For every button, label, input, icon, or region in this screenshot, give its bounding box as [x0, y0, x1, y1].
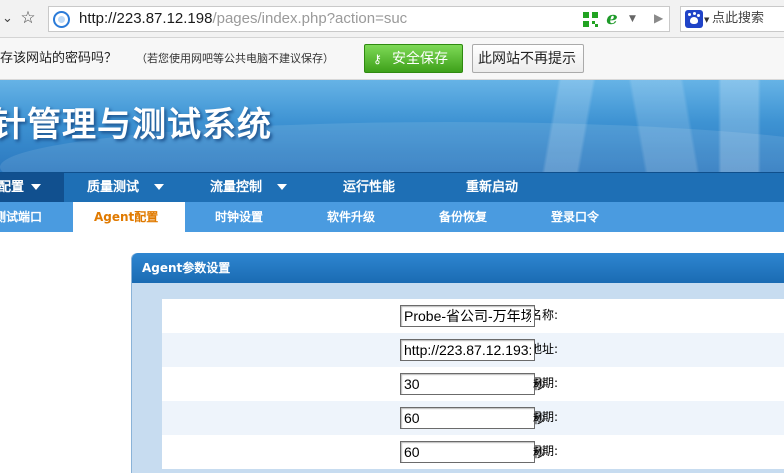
nav-item-config[interactable]: 配置 [0, 173, 64, 203]
tab-test-port[interactable]: 测试端口 [0, 202, 73, 232]
star-icon[interactable]: ☆ [18, 8, 38, 28]
password-note: （若您使用网吧等公共电脑不建议保存） [136, 52, 334, 65]
never-prompt-label: 此网站不再提示 [478, 51, 576, 67]
tab-label: 备份恢复 [439, 210, 488, 224]
banner-skyline [454, 80, 784, 172]
tab-clock-settings[interactable]: 时钟设置 [185, 202, 297, 232]
panel-header: Agent参数设置 [132, 253, 784, 283]
chevron-down-icon[interactable]: ⌄ [2, 11, 16, 27]
tab-software-upgrade[interactable]: 软件升级 [297, 202, 409, 232]
baidu-paw-icon[interactable] [685, 10, 703, 28]
task-update-period-unit: 秒 [533, 446, 546, 460]
agent-settings-form: 探针名称: Console服务地址: 心跳周期: 秒 探针注册周期: 秒 [162, 299, 784, 473]
nav-item-traffic-control[interactable]: 流量控制 [186, 173, 308, 203]
tab-label: 测试端口 [0, 210, 43, 224]
form-row-probe-name: 探针名称: [162, 299, 784, 333]
password-save-bar: 存该网站的密码吗？ （若您使用网吧等公共电脑不建议保存） ⚷ 安全保存 此网站不… [0, 38, 784, 80]
browser-address-bar: ⌄ ☆ http://223.87.12.198/pages/index.php… [0, 0, 784, 38]
form-row-register-period: 探针注册周期: 秒 [162, 401, 784, 435]
caret-down-icon [31, 184, 41, 190]
nav-item-label: 运行性能 [343, 180, 396, 195]
tab-login-password[interactable]: 登录口令 [521, 202, 633, 232]
password-question: 存该网站的密码吗？ [0, 51, 118, 66]
system-title: 针管理与测试系统 [0, 105, 272, 145]
console-address-field[interactable] [400, 339, 535, 361]
form-row-console-address: Console服务地址: [162, 333, 784, 367]
nav-item-performance[interactable]: 运行性能 [308, 173, 430, 203]
search-engine-dropdown-icon[interactable]: ▼ [704, 17, 710, 24]
forward-icon[interactable]: ▶ [654, 10, 666, 26]
search-placeholder: 点此搜索 [712, 11, 765, 26]
probe-name-input[interactable] [401, 306, 534, 326]
ie-icon[interactable]: e [603, 9, 621, 29]
dropdown-icon[interactable]: ▼ [629, 14, 639, 24]
heartbeat-field[interactable] [400, 373, 535, 395]
caret-down-icon [154, 184, 164, 190]
caret-down-icon [277, 184, 287, 190]
console-address-input[interactable] [401, 340, 534, 360]
url-host: http://223.87.12.198 [79, 10, 213, 27]
nav-item-label: 流量控制 [210, 180, 263, 195]
agent-settings-panel: Agent参数设置 探针名称: Console服务地址: 心跳周期: 秒 探针注… [131, 253, 784, 473]
nav-item-quality-test[interactable]: 质量测试 [64, 173, 186, 203]
never-prompt-button[interactable]: 此网站不再提示 [472, 44, 584, 73]
nav-item-label: 重新启动 [466, 180, 519, 195]
task-update-period-field[interactable] [400, 441, 535, 463]
form-row-heartbeat: 心跳周期: 秒 [162, 367, 784, 401]
tab-label: Agent配置 [94, 210, 159, 224]
search-input[interactable]: ▼ 点此搜索 [680, 6, 784, 32]
form-row-task-update-period: 任务更新周期: 秒 [162, 435, 784, 469]
register-period-field[interactable] [400, 407, 535, 429]
url-text[interactable]: http://223.87.12.198/pages/index.php?act… [79, 10, 407, 28]
tab-label: 登录口令 [551, 210, 600, 224]
heartbeat-unit: 秒 [533, 378, 546, 392]
nav-item-restart[interactable]: 重新启动 [430, 173, 552, 203]
tab-backup-restore[interactable]: 备份恢复 [409, 202, 521, 232]
safe-save-label: 安全保存 [392, 51, 448, 67]
register-period-unit: 秒 [533, 412, 546, 426]
task-update-period-input[interactable] [401, 442, 534, 462]
header-banner: 针管理与测试系统 [0, 80, 784, 172]
main-nav: 配置 质量测试 流量控制 运行性能 重新启动 [0, 172, 784, 203]
qr-code-icon[interactable] [583, 12, 598, 27]
url-path: /pages/index.php?action=suc [212, 10, 408, 27]
panel-title: Agent参数设置 [142, 261, 231, 275]
sub-nav: 测试端口 Agent配置 时钟设置 软件升级 备份恢复 登录口令 [0, 202, 784, 232]
safe-save-button[interactable]: ⚷ 安全保存 [364, 44, 463, 73]
tab-agent-config[interactable]: Agent配置 [73, 202, 185, 232]
globe-icon [53, 11, 70, 28]
tab-label: 软件升级 [327, 210, 376, 224]
probe-name-field[interactable] [400, 305, 535, 327]
nav-item-label: 配置 [0, 180, 25, 195]
register-period-input[interactable] [401, 408, 534, 428]
url-input[interactable]: http://223.87.12.198/pages/index.php?act… [48, 6, 670, 32]
heartbeat-input[interactable] [401, 374, 534, 394]
key-icon: ⚷ [373, 52, 382, 66]
nav-item-label: 质量测试 [87, 180, 140, 195]
tab-label: 时钟设置 [215, 210, 264, 224]
